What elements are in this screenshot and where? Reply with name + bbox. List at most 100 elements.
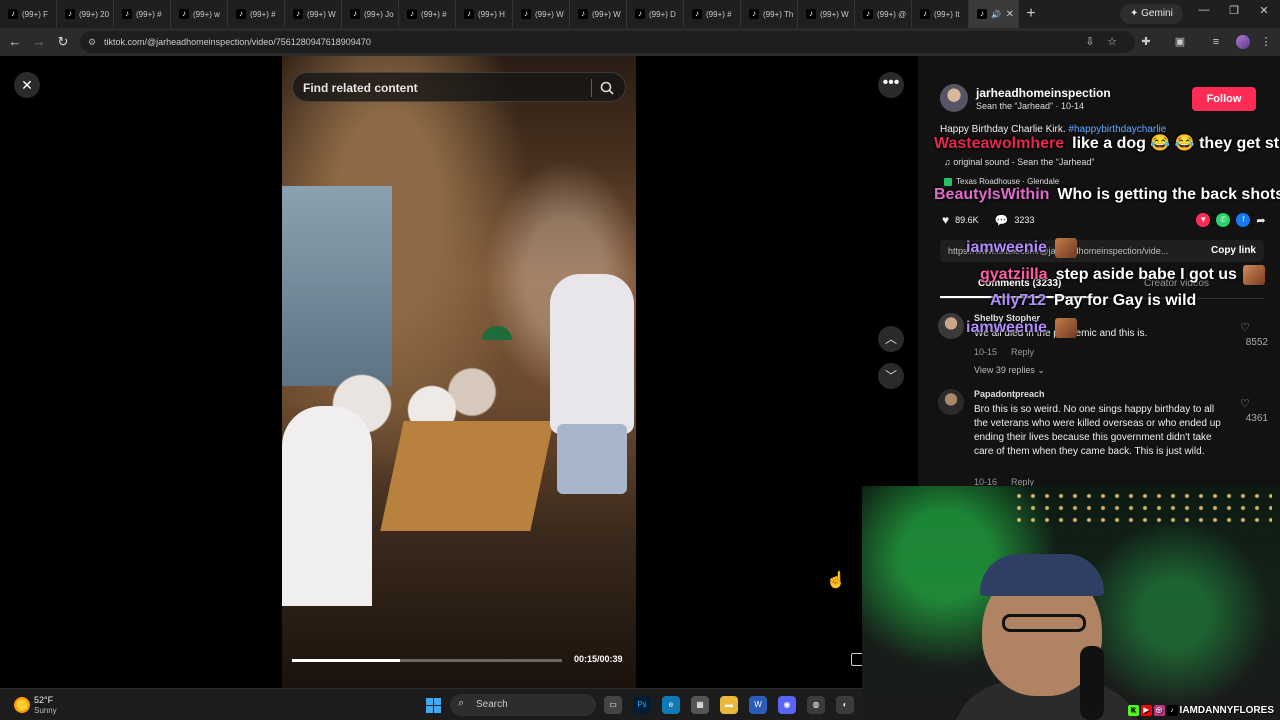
- weather-condition[interactable]: Sunny: [34, 706, 57, 715]
- previous-video-icon[interactable]: ︿: [878, 326, 904, 352]
- window-close-icon[interactable]: ✕: [1254, 4, 1274, 17]
- menu-icon[interactable]: ⋮: [1258, 34, 1274, 50]
- video-player[interactable]: [282, 56, 636, 688]
- browser-tab[interactable]: ♪ (99+) D: [627, 0, 684, 28]
- next-video-icon[interactable]: ﹀: [878, 363, 904, 389]
- media-controls-icon[interactable]: ≡: [1208, 34, 1224, 50]
- close-icon[interactable]: ✕: [1006, 9, 1014, 20]
- omnibox[interactable]: ⚙ tiktok.com/@jarheadhomeinspection/vide…: [80, 31, 1135, 53]
- forward-icon[interactable]: →: [30, 33, 48, 51]
- streamer-glasses: [1002, 614, 1086, 632]
- browser-tab[interactable]: ♪ (99+) #: [114, 0, 171, 28]
- author-username[interactable]: jarheadhomeinspection: [976, 86, 1111, 100]
- tiktok-icon: ♪: [521, 9, 531, 19]
- heart-icon[interactable]: ♡: [1240, 397, 1250, 410]
- browser-tab[interactable]: ♪ (99+) 20: [57, 0, 114, 28]
- reload-icon[interactable]: ↻: [54, 33, 72, 51]
- weather-temperature[interactable]: 52°F: [34, 695, 53, 705]
- comment-count: 3233: [1014, 215, 1035, 225]
- video-progress-bar[interactable]: [292, 659, 562, 662]
- like-icon[interactable]: ♥: [942, 213, 949, 227]
- url-text[interactable]: tiktok.com/@jarheadhomeinspection/video/…: [104, 31, 371, 53]
- taskbar-search-label[interactable]: Search: [476, 694, 508, 716]
- share-icon[interactable]: ➦: [1256, 214, 1265, 227]
- browser-tab[interactable]: ♪ (99+) W: [513, 0, 570, 28]
- tiktok-icon: ♪: [806, 9, 816, 19]
- store-icon[interactable]: ▦: [691, 696, 709, 714]
- whatsapp-icon[interactable]: ✆: [1216, 213, 1231, 227]
- related-search-box[interactable]: Find related content: [292, 72, 626, 102]
- install-app-icon[interactable]: ⇩: [1082, 34, 1098, 50]
- file-explorer-icon[interactable]: ▬: [720, 696, 738, 714]
- browser-tab[interactable]: ♪ (99+) W: [285, 0, 342, 28]
- sidepanel-icon[interactable]: ▣: [1172, 34, 1188, 50]
- task-view-icon[interactable]: ▭: [604, 696, 622, 714]
- tiktok-icon: ♪: [749, 9, 759, 19]
- taskbar-search[interactable]: ⌕ Search: [450, 694, 596, 716]
- tab-label: (99+) #: [706, 9, 732, 19]
- back-icon[interactable]: ←: [6, 33, 24, 51]
- extensions-icon[interactable]: ✚: [1138, 34, 1154, 50]
- windows-start-icon[interactable]: [426, 698, 441, 713]
- like-count: 89.6K: [955, 215, 979, 225]
- commenter-avatar[interactable]: [938, 389, 964, 415]
- browser-tab[interactable]: ♪ (99+) H: [456, 0, 513, 28]
- sound-link[interactable]: ♫ original sound - Sean the “Jarhead”: [944, 157, 1094, 167]
- browser-tab[interactable]: ♪ (99+) W: [570, 0, 627, 28]
- chrome-icon[interactable]: ◍: [807, 696, 825, 714]
- more-options-icon[interactable]: •••: [878, 72, 904, 98]
- photoshop-icon[interactable]: Ps: [633, 696, 651, 714]
- location-tag[interactable]: Texas Roadhouse · Glendale: [944, 177, 1059, 186]
- browser-tab[interactable]: ♪ (99+) w: [171, 0, 228, 28]
- tab-comments[interactable]: Comments (3233): [978, 278, 1061, 289]
- view-replies-button[interactable]: View 39 replies ⌄: [974, 365, 1045, 376]
- share-repost-icon[interactable]: ▼: [1196, 213, 1211, 227]
- facebook-icon[interactable]: f: [1236, 213, 1251, 227]
- author-avatar[interactable]: [940, 84, 968, 112]
- search-input[interactable]: Find related content: [303, 73, 418, 103]
- browser-tab[interactable]: ♪ (99+) #: [399, 0, 456, 28]
- comment-icon[interactable]: 💬: [995, 214, 1009, 227]
- browser-tab[interactable]: ♪ (99+) Th: [741, 0, 798, 28]
- discord-icon[interactable]: ◉: [778, 696, 796, 714]
- tab-creator-videos[interactable]: Creator videos: [1144, 278, 1209, 289]
- search-icon[interactable]: [599, 80, 615, 96]
- site-info-icon[interactable]: ⚙: [88, 37, 98, 47]
- video-standing-man: [550, 274, 634, 434]
- commenter-avatar[interactable]: [938, 313, 964, 339]
- hashtag-link[interactable]: #happybirthdaycharlie: [1068, 124, 1166, 135]
- heart-icon[interactable]: ♡: [1240, 321, 1250, 334]
- kick-icon: K: [1127, 705, 1139, 716]
- browser-tab[interactable]: ♪ (99+) @: [855, 0, 912, 28]
- share-link-text[interactable]: https://www.tiktok.com/@jarheadhomeinspe…: [948, 240, 1188, 262]
- close-video-icon[interactable]: ✕: [14, 72, 40, 98]
- browser-tab[interactable]: ♪ (99+) Jo: [342, 0, 399, 28]
- browser-tab[interactable]: ♪ (99+) #: [684, 0, 741, 28]
- browser-tab[interactable]: ♪ (99+) #: [228, 0, 285, 28]
- location-text[interactable]: Texas Roadhouse · Glendale: [956, 177, 1059, 186]
- weather-sun-icon[interactable]: [14, 697, 30, 713]
- follow-button[interactable]: Follow: [1192, 87, 1256, 111]
- profile-avatar[interactable]: [1236, 35, 1250, 49]
- commenter-name[interactable]: Papadontpreach: [974, 389, 1045, 399]
- video-table: [380, 421, 554, 531]
- tab-label: (99+) H: [478, 9, 505, 19]
- obs-icon[interactable]: ◐: [836, 696, 854, 714]
- tab-label: (99+) D: [649, 9, 676, 19]
- minimize-icon[interactable]: —: [1194, 4, 1214, 16]
- copy-link-button[interactable]: Copy link: [1211, 240, 1256, 262]
- word-icon[interactable]: W: [749, 696, 767, 714]
- reply-button[interactable]: Reply: [1011, 347, 1034, 357]
- browser-tab[interactable]: ♪ (99+) F: [0, 0, 57, 28]
- gemini-button[interactable]: ✦ Gemini: [1120, 4, 1183, 24]
- restore-icon[interactable]: ❐: [1224, 4, 1244, 17]
- bookmark-star-icon[interactable]: ☆: [1104, 34, 1120, 50]
- tiktok-icon: ♪: [920, 9, 930, 19]
- browser-tab[interactable]: ♪ (99+) W: [798, 0, 855, 28]
- commenter-name[interactable]: Shelby Stopher: [974, 313, 1040, 323]
- video-seated-woman: [282, 406, 372, 606]
- browser-tab[interactable]: ♪ (99+) It: [912, 0, 969, 28]
- new-tab-button[interactable]: +: [1019, 5, 1043, 23]
- tab-active[interactable]: ♪ 🔊 ✕: [969, 0, 1019, 28]
- edge-icon[interactable]: e: [662, 696, 680, 714]
